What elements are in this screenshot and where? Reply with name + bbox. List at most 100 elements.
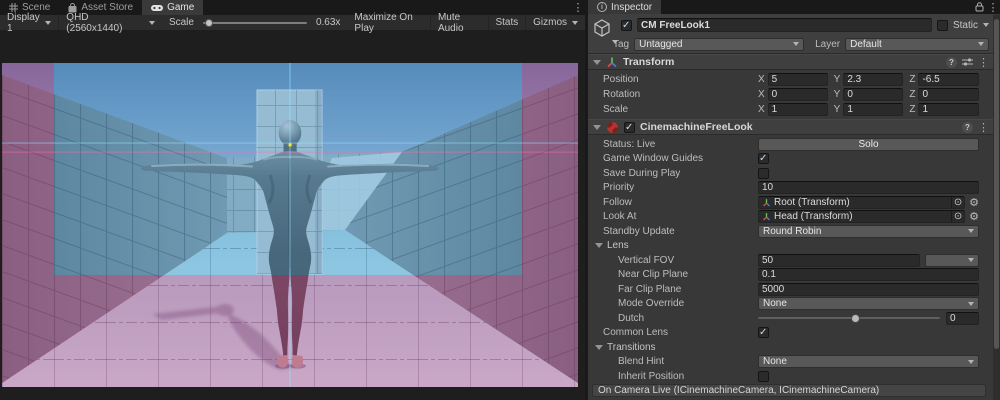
guide-hard-limit-line <box>2 152 578 153</box>
display-dropdown[interactable]: Display 1 <box>0 15 58 30</box>
axis-y-label[interactable]: Y <box>834 74 841 85</box>
inspector-panel: Inspector CM <box>588 0 1000 400</box>
tab-label: Game <box>167 2 194 13</box>
blend-hint-dropdown[interactable]: None <box>758 355 979 368</box>
help-icon[interactable] <box>962 122 973 133</box>
tab-inspector[interactable]: Inspector <box>588 0 661 14</box>
near-clip-field[interactable]: 0.1 <box>758 268 979 281</box>
gameobject-name-field[interactable]: CM FreeLook1 <box>637 18 932 32</box>
field-label: Standby Update <box>588 226 758 237</box>
axis-y-label[interactable]: Y <box>834 89 841 100</box>
axis-z-label[interactable]: Z <box>909 89 915 100</box>
scale-slider-handle[interactable] <box>205 19 213 27</box>
object-picker-icon[interactable] <box>951 211 964 222</box>
axis-x-label[interactable]: X <box>758 104 765 115</box>
save-during-play-checkbox[interactable] <box>758 168 769 179</box>
follow-object-field[interactable]: Root (Transform) <box>758 196 965 209</box>
axis-x-label[interactable]: X <box>758 89 765 100</box>
tag-dropdown[interactable]: Untagged <box>634 38 804 51</box>
transform-header[interactable]: Transform <box>588 54 993 70</box>
scale-slider[interactable] <box>203 22 307 24</box>
transitions-foldout-row[interactable]: Transitions <box>588 340 993 355</box>
fov-mode-dropdown[interactable] <box>925 254 979 267</box>
chevron-down-icon <box>45 21 51 25</box>
priority-field[interactable]: 10 <box>758 181 979 194</box>
axis-y-label[interactable]: Y <box>834 104 841 115</box>
scale-y-field[interactable]: 1 <box>843 103 903 116</box>
presets-icon[interactable] <box>962 57 973 67</box>
standby-update-dropdown[interactable]: Round Robin <box>758 225 979 238</box>
static-checkbox[interactable] <box>937 20 948 31</box>
position-x-field[interactable]: 5 <box>768 73 828 86</box>
component-title: Transform <box>623 56 941 68</box>
resolution-dropdown[interactable]: QHD (2560x1440) <box>59 15 162 30</box>
layer-dropdown[interactable]: Default <box>845 38 989 51</box>
static-dropdown-icon[interactable] <box>983 23 989 27</box>
tag-label: Tag <box>613 39 629 50</box>
axis-z-label[interactable]: Z <box>909 74 915 85</box>
status-row: Status: Live Solo <box>588 137 993 152</box>
gizmos-dropdown[interactable]: Gizmos <box>526 15 585 30</box>
scrollbar-thumb[interactable] <box>994 19 999 349</box>
field-label: Common Lens <box>588 327 758 338</box>
standby-update-row: Standby Update Round Robin <box>588 224 993 239</box>
game-menu-button[interactable] <box>571 0 585 15</box>
inspector-tabbar: Inspector <box>588 0 1000 14</box>
position-y-field[interactable]: 2.3 <box>843 73 903 86</box>
kebab-menu-icon[interactable] <box>978 121 989 134</box>
info-icon <box>597 2 607 12</box>
vertical-fov-field[interactable]: 50 <box>758 254 920 267</box>
far-clip-field[interactable]: 5000 <box>758 283 979 296</box>
game-window-guides-checkbox[interactable] <box>758 153 769 164</box>
inspector-menu-button[interactable] <box>986 0 1000 14</box>
rotation-y-field[interactable]: 0 <box>843 88 903 101</box>
inherit-position-checkbox[interactable] <box>758 371 769 382</box>
axis-z-label[interactable]: Z <box>909 104 915 115</box>
near-clip-row: Near Clip Plane 0.1 <box>588 268 993 283</box>
blend-hint-row: Blend Hint None <box>588 355 993 370</box>
tab-game[interactable]: Game <box>142 0 203 15</box>
button-label: Maximize On Play <box>354 12 423 34</box>
object-picker-icon[interactable] <box>951 197 964 208</box>
maximize-on-play-button[interactable]: Maximize On Play <box>347 15 430 30</box>
kebab-menu-icon <box>573 1 584 14</box>
stats-button[interactable]: Stats <box>488 15 525 30</box>
game-viewport[interactable] <box>2 63 578 387</box>
gameobject-active-checkbox[interactable] <box>621 20 632 31</box>
common-lens-checkbox[interactable] <box>758 327 769 338</box>
guide-vertical-line <box>289 63 290 387</box>
scale-z-field[interactable]: 1 <box>918 103 979 116</box>
cinemachine-freelook-body: Status: Live Solo Game Window Guides Sav… <box>588 135 993 386</box>
field-label: Follow <box>588 197 758 208</box>
gear-icon[interactable] <box>969 210 979 223</box>
dutch-value-field[interactable]: 0 <box>946 312 979 325</box>
layer-value: Default <box>850 39 882 50</box>
kebab-menu-icon[interactable] <box>978 56 989 69</box>
foldout-open-icon[interactable] <box>593 125 601 130</box>
component-enabled-checkbox[interactable] <box>624 122 635 133</box>
rotation-x-field[interactable]: 0 <box>768 88 828 101</box>
mute-audio-button[interactable]: Mute Audio <box>431 15 488 30</box>
transform-icon <box>762 198 771 207</box>
gear-icon[interactable] <box>969 196 979 209</box>
chevron-down-icon <box>572 21 578 25</box>
follow-row: Follow Root (Transform) <box>588 195 993 210</box>
inspector-scrollbar[interactable] <box>993 15 1000 400</box>
component-title: CinemachineFreeLook <box>640 121 957 133</box>
inspector-lock-button[interactable] <box>972 0 986 14</box>
lens-foldout-row[interactable]: Lens <box>588 239 993 254</box>
cinemachine-freelook-header[interactable]: CinemachineFreeLook <box>588 119 993 135</box>
dutch-slider[interactable] <box>758 312 940 325</box>
scale-x-field[interactable]: 1 <box>768 103 828 116</box>
axis-x-label[interactable]: X <box>758 74 765 85</box>
position-z-field[interactable]: -6.5 <box>918 73 979 86</box>
help-icon[interactable] <box>946 57 957 68</box>
slider-handle[interactable] <box>851 314 860 323</box>
foldout-open-icon[interactable] <box>593 60 601 65</box>
rotation-z-field[interactable]: 0 <box>918 88 979 101</box>
chevron-down-icon <box>978 42 984 46</box>
solo-button[interactable]: Solo <box>758 138 979 151</box>
game-panel: Scene Asset Store Game <box>0 0 585 400</box>
look-at-object-field[interactable]: Head (Transform) <box>758 210 965 223</box>
mode-override-dropdown[interactable]: None <box>758 297 979 310</box>
